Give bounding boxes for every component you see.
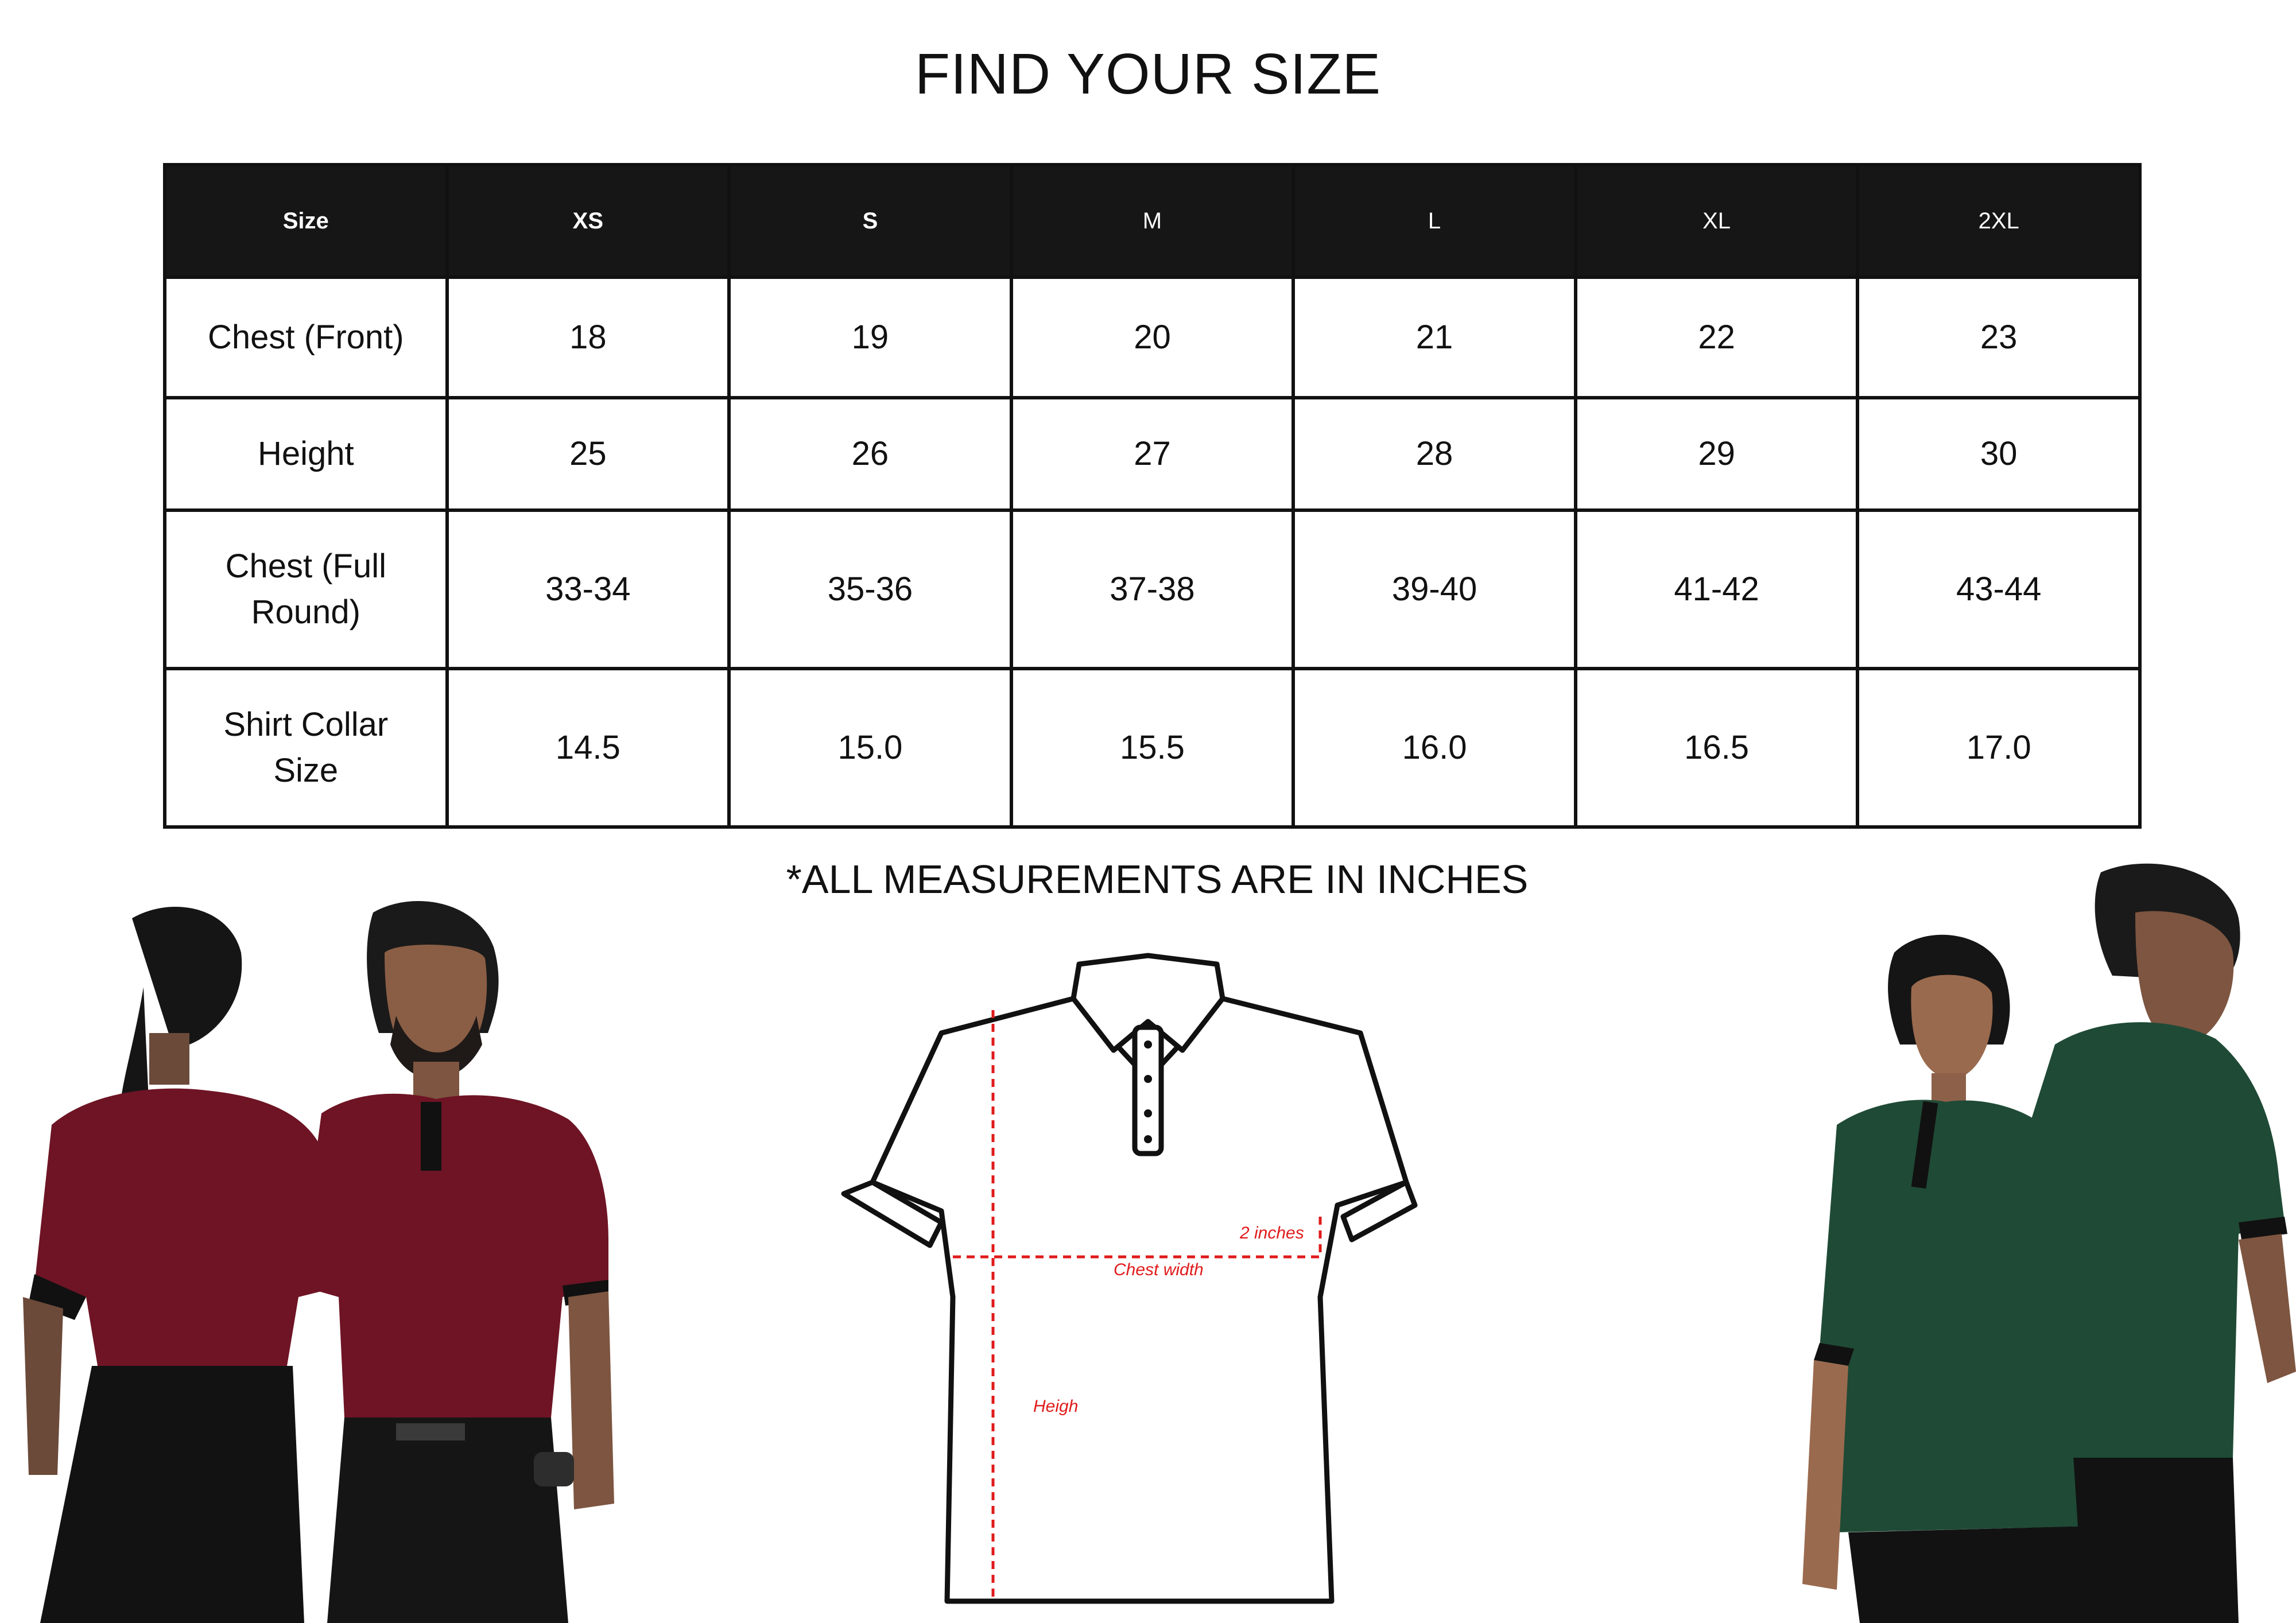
table-cell: 18 bbox=[445, 275, 731, 399]
table-cell: 43-44 bbox=[1856, 508, 2142, 670]
table-cell: 16.0 bbox=[1292, 667, 1577, 829]
man-front-figure bbox=[298, 901, 614, 1623]
two-inch-label: 2 inches bbox=[1239, 1224, 1304, 1243]
header-cell-l: L bbox=[1292, 163, 1577, 279]
row-label: Shirt Collar Size bbox=[163, 667, 449, 829]
header-cell-s: S bbox=[727, 163, 1013, 279]
header-cell-size: Size bbox=[163, 163, 449, 279]
table-cell: 39-40 bbox=[1292, 508, 1577, 670]
table-cell: 17.0 bbox=[1856, 667, 2142, 829]
table-cell: 28 bbox=[1292, 396, 1577, 512]
table-cell: 15.5 bbox=[1009, 667, 1296, 829]
row-label: Height bbox=[163, 396, 449, 512]
header-cell-2xl: 2XL bbox=[1856, 163, 2142, 279]
table-cell: 26 bbox=[727, 396, 1013, 512]
table-cell: 29 bbox=[1573, 396, 1860, 512]
table-cell: 33-34 bbox=[445, 508, 731, 670]
table-row-collar-size: Shirt Collar Size 14.5 15.0 15.5 16.0 16… bbox=[163, 667, 2142, 829]
shirt-measurement-diagram: 2 inches Chest width Heigh bbox=[841, 953, 1418, 1604]
table-cell: 37-38 bbox=[1009, 508, 1296, 670]
table-cell: 15.0 bbox=[727, 667, 1013, 829]
table-cell: 27 bbox=[1009, 396, 1296, 512]
models-green-photo bbox=[1802, 863, 2296, 1623]
table-cell: 19 bbox=[727, 275, 1013, 399]
table-cell: 25 bbox=[445, 396, 731, 512]
table-cell: 30 bbox=[1856, 396, 2142, 512]
table-cell: 35-36 bbox=[727, 508, 1013, 670]
table-header-row: Size XS S M L XL 2XL bbox=[163, 163, 2142, 279]
table-cell: 16.5 bbox=[1573, 667, 1860, 829]
size-chart-table: Size XS S M L XL 2XL Chest (Front) 18 19… bbox=[163, 163, 2142, 829]
header-cell-m: M bbox=[1009, 163, 1296, 279]
row-label: Chest (Full Round) bbox=[163, 508, 449, 670]
table-row-chest-front: Chest (Front) 18 19 20 21 22 23 bbox=[163, 275, 2142, 399]
table-cell: 14.5 bbox=[445, 667, 731, 829]
header-cell-xl: XL bbox=[1573, 163, 1860, 279]
table-cell: 41-42 bbox=[1573, 508, 1860, 670]
woman-front-figure bbox=[1802, 934, 2084, 1623]
page-title: FIND YOUR SIZE bbox=[914, 42, 1382, 106]
table-row-height: Height 25 26 27 28 29 30 bbox=[163, 396, 2142, 512]
table-cell: 23 bbox=[1856, 275, 2142, 399]
table-row-chest-full-round: Chest (Full Round) 33-34 35-36 37-38 39-… bbox=[163, 508, 2142, 670]
table-cell: 21 bbox=[1292, 275, 1577, 399]
height-label: Heigh bbox=[1033, 1397, 1078, 1416]
header-cell-xs: XS bbox=[445, 163, 731, 279]
row-label: Chest (Front) bbox=[163, 275, 449, 399]
chest-width-label: Chest width bbox=[1114, 1260, 1204, 1279]
table-cell: 20 bbox=[1009, 275, 1296, 399]
models-maroon-photo bbox=[23, 901, 614, 1623]
woman-back-figure bbox=[23, 907, 344, 1623]
table-cell: 22 bbox=[1573, 275, 1860, 399]
